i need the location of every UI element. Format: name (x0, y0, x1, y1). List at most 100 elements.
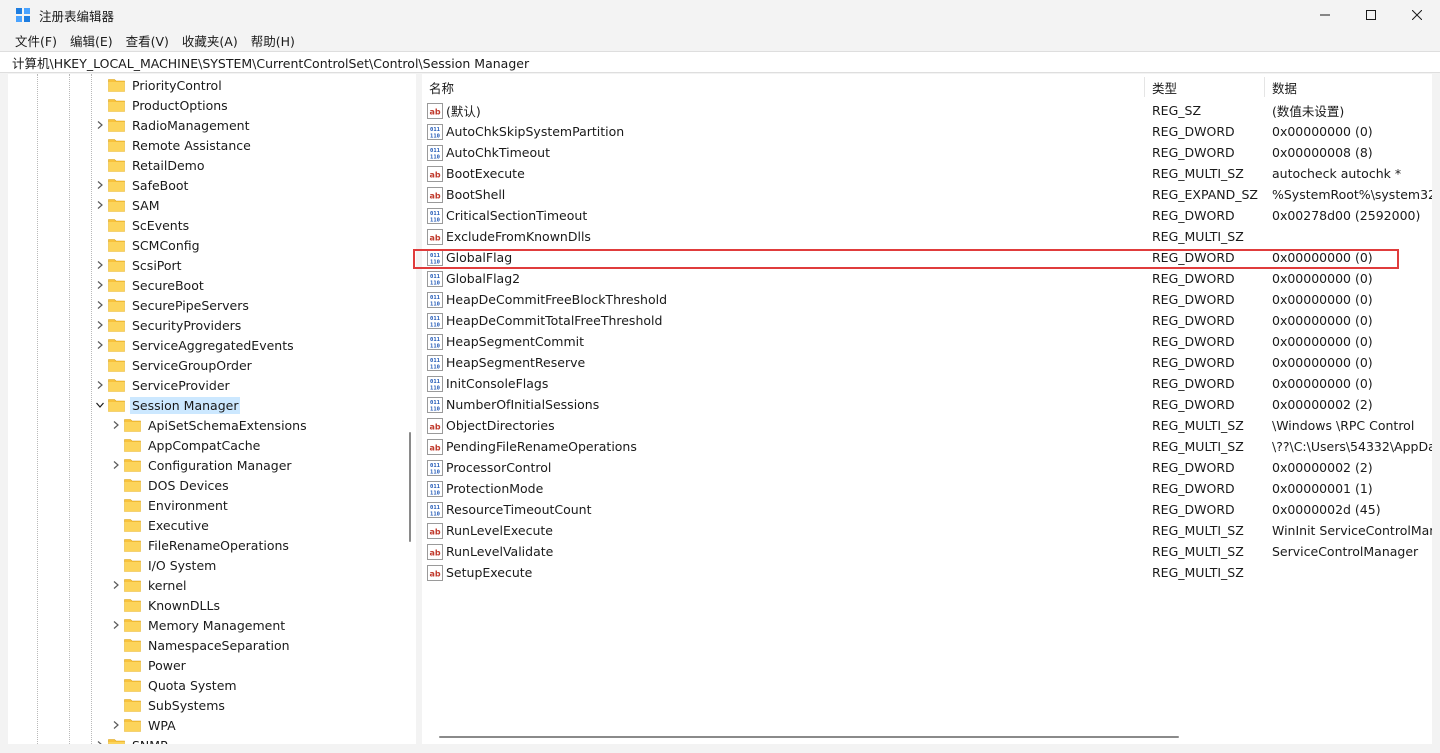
value-row[interactable]: ab BootShell REG_EXPAND_SZ %SystemRoot%\sys… (422, 184, 1432, 205)
value-row[interactable]: 011 110 NumberOfInitialSessions REG_DWORD 0x… (422, 394, 1432, 415)
maximize-button[interactable] (1348, 0, 1394, 30)
value-row[interactable]: 011 110 ProtectionMode REG_DWORD 0x00000001 … (422, 478, 1432, 499)
value-row[interactable]: 011 110 GlobalFlag2 REG_DWORD 0x00000000 (0) (422, 268, 1432, 289)
tree-item[interactable]: Memory Management (110, 615, 287, 635)
chevron-right-icon[interactable] (94, 315, 106, 335)
column-header-data[interactable]: 数据 (1272, 74, 1297, 100)
list-scroll-thumb[interactable] (439, 736, 1179, 738)
value-row[interactable]: 011 110 ResourceTimeoutCount REG_DWORD 0x000… (422, 499, 1432, 520)
tree-item-label: NamespaceSeparation (148, 637, 290, 653)
tree-item[interactable]: SAM (94, 195, 162, 215)
tree-item[interactable]: Executive (110, 515, 211, 535)
value-row[interactable]: ab (默认) REG_SZ (数值未设置) (422, 100, 1432, 121)
value-name-cell: 011 110 ResourceTimeoutCount (427, 499, 1142, 520)
chevron-right-icon[interactable] (94, 195, 106, 215)
tree-item[interactable]: KnownDLLs (110, 595, 222, 615)
column-divider[interactable] (1144, 77, 1145, 97)
menu-file[interactable]: 文件(F) (9, 31, 64, 50)
tree-item[interactable]: I/O System (110, 555, 218, 575)
chevron-right-icon[interactable] (110, 615, 122, 635)
chevron-right-icon[interactable] (94, 335, 106, 355)
address-bar[interactable]: 计算机\HKEY_LOCAL_MACHINE\SYSTEM\CurrentCon… (0, 51, 1440, 73)
value-row[interactable]: 011 110 HeapDeCommitFreeBlockThreshold REG_… (422, 289, 1432, 310)
chevron-right-icon[interactable] (94, 255, 106, 275)
chevron-right-icon[interactable] (110, 455, 122, 475)
chevron-right-icon[interactable] (94, 275, 106, 295)
tree-item[interactable]: NamespaceSeparation (110, 635, 292, 655)
tree-scroll-thumb[interactable] (409, 432, 411, 542)
value-type: REG_DWORD (1152, 334, 1235, 349)
value-name-cell: ab ExcludeFromKnownDlls (427, 226, 1142, 247)
value-row[interactable]: 011 110 InitConsoleFlags REG_DWORD 0x0000000… (422, 373, 1432, 394)
column-header-type[interactable]: 类型 (1152, 74, 1177, 100)
value-row[interactable]: 011 110 AutoChkSkipSystemPartition REG_DWOR… (422, 121, 1432, 142)
tree-item[interactable]: SecureBoot (94, 275, 206, 295)
tree-item[interactable]: DOS Devices (110, 475, 231, 495)
tree-item[interactable]: RetailDemo (94, 155, 206, 175)
tree-item[interactable]: ScsiPort (94, 255, 184, 275)
tree-item[interactable]: ServiceGroupOrder (94, 355, 254, 375)
chevron-right-icon[interactable] (110, 575, 122, 595)
value-row[interactable]: ab PendingFileRenameOperations REG_MULTI_S… (422, 436, 1432, 457)
chevron-right-icon[interactable] (94, 375, 106, 395)
value-row[interactable]: 011 110 ProcessorControl REG_DWORD 0x0000000… (422, 457, 1432, 478)
minimize-button[interactable] (1302, 0, 1348, 30)
tree-item[interactable]: WPA (110, 715, 178, 735)
close-button[interactable] (1394, 0, 1440, 30)
chevron-right-icon[interactable] (94, 175, 106, 195)
value-type: REG_DWORD (1152, 313, 1235, 328)
menu-help[interactable]: 帮助(H) (245, 31, 302, 50)
value-row[interactable]: ab ObjectDirectories REG_MULTI_SZ \Windows … (422, 415, 1432, 436)
tree-item[interactable]: Remote Assistance (94, 135, 253, 155)
value-row[interactable]: ab SetupExecute REG_MULTI_SZ (422, 562, 1432, 583)
chevron-down-icon[interactable] (94, 395, 106, 415)
value-row[interactable]: 011 110 AutoChkTimeout REG_DWORD 0x00000008 … (422, 142, 1432, 163)
value-row[interactable]: ab BootExecute REG_MULTI_SZ autocheck autoc… (422, 163, 1432, 184)
value-row[interactable]: 011 110 HeapSegmentReserve REG_DWORD 0x00000… (422, 352, 1432, 373)
tree-item[interactable]: ProductOptions (94, 95, 230, 115)
value-row[interactable]: ab ExcludeFromKnownDlls REG_MULTI_SZ (422, 226, 1432, 247)
chevron-right-icon[interactable] (94, 115, 106, 135)
tree-item[interactable]: Quota System (110, 675, 239, 695)
tree-item[interactable]: SecurePipeServers (94, 295, 251, 315)
column-divider[interactable] (1264, 77, 1265, 97)
tree-item[interactable]: PriorityControl (94, 75, 224, 95)
svg-text:ab: ab (429, 107, 440, 116)
tree-item[interactable]: ScEvents (94, 215, 191, 235)
values-list-pane[interactable]: 名称 类型 数据 ab (默认) REG_SZ (数值未设置) 011 110 AutoCh… (422, 74, 1432, 744)
value-type: REG_MULTI_SZ (1152, 418, 1244, 433)
chevron-right-icon[interactable] (110, 715, 122, 735)
tree-item[interactable]: SafeBoot (94, 175, 190, 195)
tree-item[interactable]: AppCompatCache (110, 435, 262, 455)
tree-item[interactable]: Configuration Manager (110, 455, 294, 475)
key-tree-pane[interactable]: PriorityControl ProductOptions RadioManage… (8, 74, 416, 744)
tree-item[interactable]: kernel (110, 575, 189, 595)
tree-item[interactable]: Environment (110, 495, 230, 515)
value-row[interactable]: ab RunLevelValidate REG_MULTI_SZ ServiceCon… (422, 541, 1432, 562)
tree-item[interactable]: SubSystems (110, 695, 227, 715)
menu-edit[interactable]: 编辑(E) (64, 31, 120, 50)
list-horizontal-scrollbar[interactable] (422, 730, 1432, 744)
tree-item[interactable]: SCMConfig (94, 235, 202, 255)
value-row[interactable]: 011 110 HeapDeCommitTotalFreeThreshold REG_… (422, 310, 1432, 331)
chevron-right-icon[interactable] (94, 735, 106, 744)
menu-view[interactable]: 查看(V) (120, 31, 176, 50)
tree-vertical-scrollbar[interactable] (405, 74, 416, 744)
column-header-name[interactable]: 名称 (429, 74, 454, 100)
value-row[interactable]: 011 110 CriticalSectionTimeout REG_DWORD 0x0… (422, 205, 1432, 226)
chevron-right-icon[interactable] (94, 295, 106, 315)
value-row[interactable]: ab RunLevelExecute REG_MULTI_SZ WinInit Ser… (422, 520, 1432, 541)
tree-item[interactable]: Session Manager (94, 395, 241, 415)
tree-item[interactable]: SNMP (94, 735, 170, 744)
chevron-right-icon[interactable] (110, 415, 122, 435)
menu-favorites[interactable]: 收藏夹(A) (176, 31, 245, 50)
value-row[interactable]: 011 110 HeapSegmentCommit REG_DWORD 0x000000… (422, 331, 1432, 352)
tree-item[interactable]: Power (110, 655, 188, 675)
tree-item[interactable]: FileRenameOperations (110, 535, 291, 555)
tree-item[interactable]: RadioManagement (94, 115, 251, 135)
value-row[interactable]: 011 110 GlobalFlag REG_DWORD 0x00000000 (0) (422, 247, 1432, 268)
tree-item[interactable]: SecurityProviders (94, 315, 243, 335)
tree-item[interactable]: ServiceAggregatedEvents (94, 335, 296, 355)
tree-item[interactable]: ApiSetSchemaExtensions (110, 415, 309, 435)
tree-item[interactable]: ServiceProvider (94, 375, 232, 395)
